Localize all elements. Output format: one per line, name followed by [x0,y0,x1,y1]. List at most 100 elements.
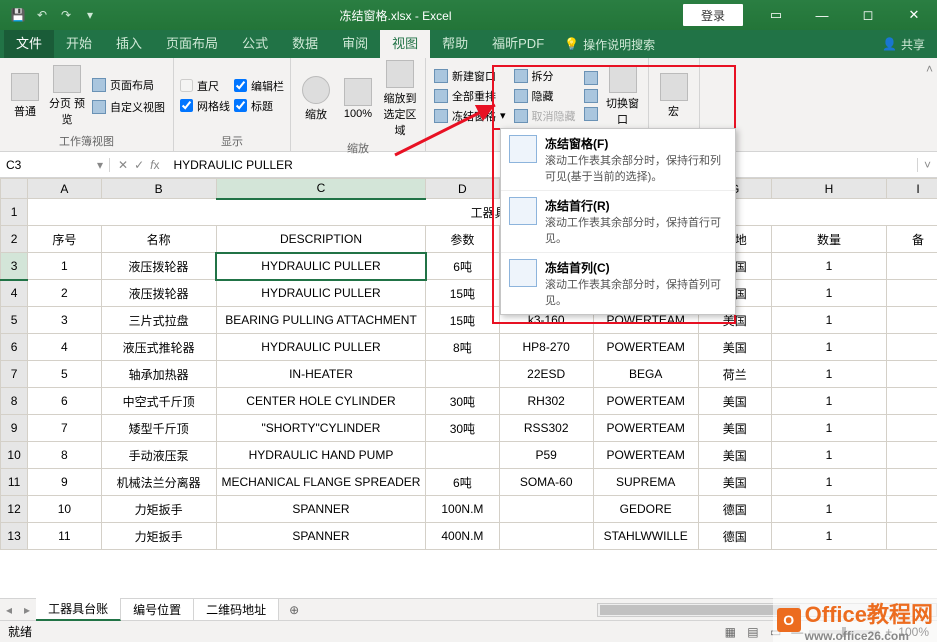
sheet-title[interactable]: 工器具 [28,199,937,226]
active-cell[interactable]: HYDRAULIC PULLER [216,253,425,280]
cell[interactable]: HYDRAULIC PULLER [216,280,425,307]
cell[interactable]: 1 [28,253,101,280]
cell[interactable] [887,415,937,442]
ribbon-options-button[interactable]: ▭ [753,0,799,30]
cell[interactable] [887,442,937,469]
cell[interactable]: 400N.M [426,523,499,550]
cell[interactable]: BEARING PULLING ATTACHMENT [216,307,425,334]
freeze-first-col-item[interactable]: 冻结首列(C) 滚动工作表其余部分时，保持首列可见。 [501,253,735,314]
tab-file[interactable]: 文件 [4,30,54,58]
cell[interactable]: 液压拨轮器 [101,253,216,280]
cell[interactable]: 8吨 [426,334,499,361]
viewside-icon2[interactable] [582,88,600,104]
spreadsheet-grid[interactable]: A B C D E F G H I 1 工器具 2 序号 名称 DESCRIPT… [0,178,937,598]
freeze-panes-item[interactable]: 冻结窗格(F) 滚动工作表其余部分时，保持行和列可见(基于当前的选择)。 [501,129,735,191]
cell[interactable]: MECHANICAL FLANGE SPREADER [216,469,425,496]
rownum-12[interactable]: 12 [1,496,28,523]
cell[interactable]: "SHORTY"CYLINDER [216,415,425,442]
cell[interactable]: 美国 [698,442,771,469]
cell[interactable]: GEDORE [593,496,698,523]
cell[interactable]: BEGA [593,361,698,388]
customview-button[interactable]: 自定义视图 [90,98,167,116]
qat-dropdown-icon[interactable]: ▾ [80,5,100,25]
th-seq[interactable]: 序号 [28,226,101,253]
cell[interactable]: 1 [771,415,886,442]
share-button[interactable]: 👤 共享 [882,36,925,53]
cell[interactable]: 1 [771,469,886,496]
cell[interactable]: 手动液压泵 [101,442,216,469]
cell[interactable]: HYDRAULIC PULLER [216,334,425,361]
cell[interactable]: 1 [771,307,886,334]
cell[interactable]: 荷兰 [698,361,771,388]
cell[interactable] [499,496,593,523]
cell[interactable]: IN-HEATER [216,361,425,388]
tab-layout[interactable]: 页面布局 [154,30,230,58]
cell[interactable]: 1 [771,523,886,550]
rownum-11[interactable]: 11 [1,469,28,496]
freeze-top-row-item[interactable]: 冻结首行(R) 滚动工作表其余部分时，保持首行可见。 [501,191,735,253]
hide-button[interactable]: 隐藏 [512,87,578,105]
th-remark[interactable]: 备 [887,226,937,253]
cell[interactable]: 1 [771,388,886,415]
cell[interactable]: RH302 [499,388,593,415]
tab-data[interactable]: 数据 [280,30,330,58]
split-button[interactable]: 拆分 [512,67,578,85]
cell[interactable]: 液压式推轮器 [101,334,216,361]
freeze-panes-button[interactable]: 冻结窗格▾ [432,107,508,125]
cell[interactable]: CENTER HOLE CYLINDER [216,388,425,415]
rownum-1[interactable]: 1 [1,199,28,226]
save-icon[interactable]: 💾 [8,5,28,25]
rownum-4[interactable]: 4 [1,280,28,307]
cell[interactable]: 1 [771,334,886,361]
cell[interactable]: 中空式千斤顶 [101,388,216,415]
scroll-thumb[interactable] [600,605,800,615]
rownum-13[interactable]: 13 [1,523,28,550]
cell[interactable] [887,361,937,388]
fx-icon[interactable]: fx [150,158,159,172]
rownum-3[interactable]: 3 [1,253,28,280]
cell[interactable] [426,442,499,469]
rownum-7[interactable]: 7 [1,361,28,388]
cell[interactable]: 1 [771,442,886,469]
cell[interactable]: 美国 [698,469,771,496]
new-sheet-button[interactable]: ⊕ [279,603,309,617]
cell[interactable]: SPANNER [216,496,425,523]
cell[interactable]: HP8-270 [499,334,593,361]
cell[interactable]: SPANNER [216,523,425,550]
cell[interactable]: 30吨 [426,415,499,442]
cell[interactable]: 1 [771,361,886,388]
cell[interactable]: 1 [771,253,886,280]
select-all-corner[interactable] [1,179,28,199]
cell[interactable]: 1 [771,280,886,307]
cell[interactable] [887,388,937,415]
cell[interactable]: SUPREMA [593,469,698,496]
cell[interactable]: 美国 [698,415,771,442]
cell[interactable]: 力矩扳手 [101,523,216,550]
cell[interactable]: 三片式拉盘 [101,307,216,334]
pagelayout-view-button[interactable]: 页面布局 [90,76,167,94]
sheet-tab-3[interactable]: 二维码地址 [194,599,279,620]
cell[interactable]: 2 [28,280,101,307]
zoom-button[interactable]: 缩放 [297,76,335,122]
cell[interactable]: 1 [771,496,886,523]
pagebreak-view-button[interactable]: 分页 预览 [48,65,86,127]
cell[interactable] [426,361,499,388]
view-pagelayout-icon[interactable]: ▤ [743,625,762,639]
macro-button[interactable]: 宏 [655,73,693,119]
zoom-100-button[interactable]: 100% [339,78,377,120]
cell[interactable]: POWERTEAM [593,442,698,469]
cell[interactable] [887,496,937,523]
viewside-icon1[interactable] [582,70,600,86]
ruler-checkbox[interactable]: 直尺 [180,78,230,94]
col-B[interactable]: B [101,179,216,199]
viewside-icon3[interactable] [582,106,600,122]
normal-view-button[interactable]: 普通 [6,73,44,119]
col-D[interactable]: D [426,179,499,199]
gridlines-checkbox[interactable]: 网格线 [180,98,230,114]
rownum-5[interactable]: 5 [1,307,28,334]
sheet-nav-prev[interactable]: ◂ [0,603,18,617]
cell[interactable]: 15吨 [426,280,499,307]
collapse-ribbon-button[interactable]: ˄ [922,58,937,151]
cell[interactable]: 美国 [698,334,771,361]
namebox-dropdown-icon[interactable]: ▾ [97,158,103,172]
